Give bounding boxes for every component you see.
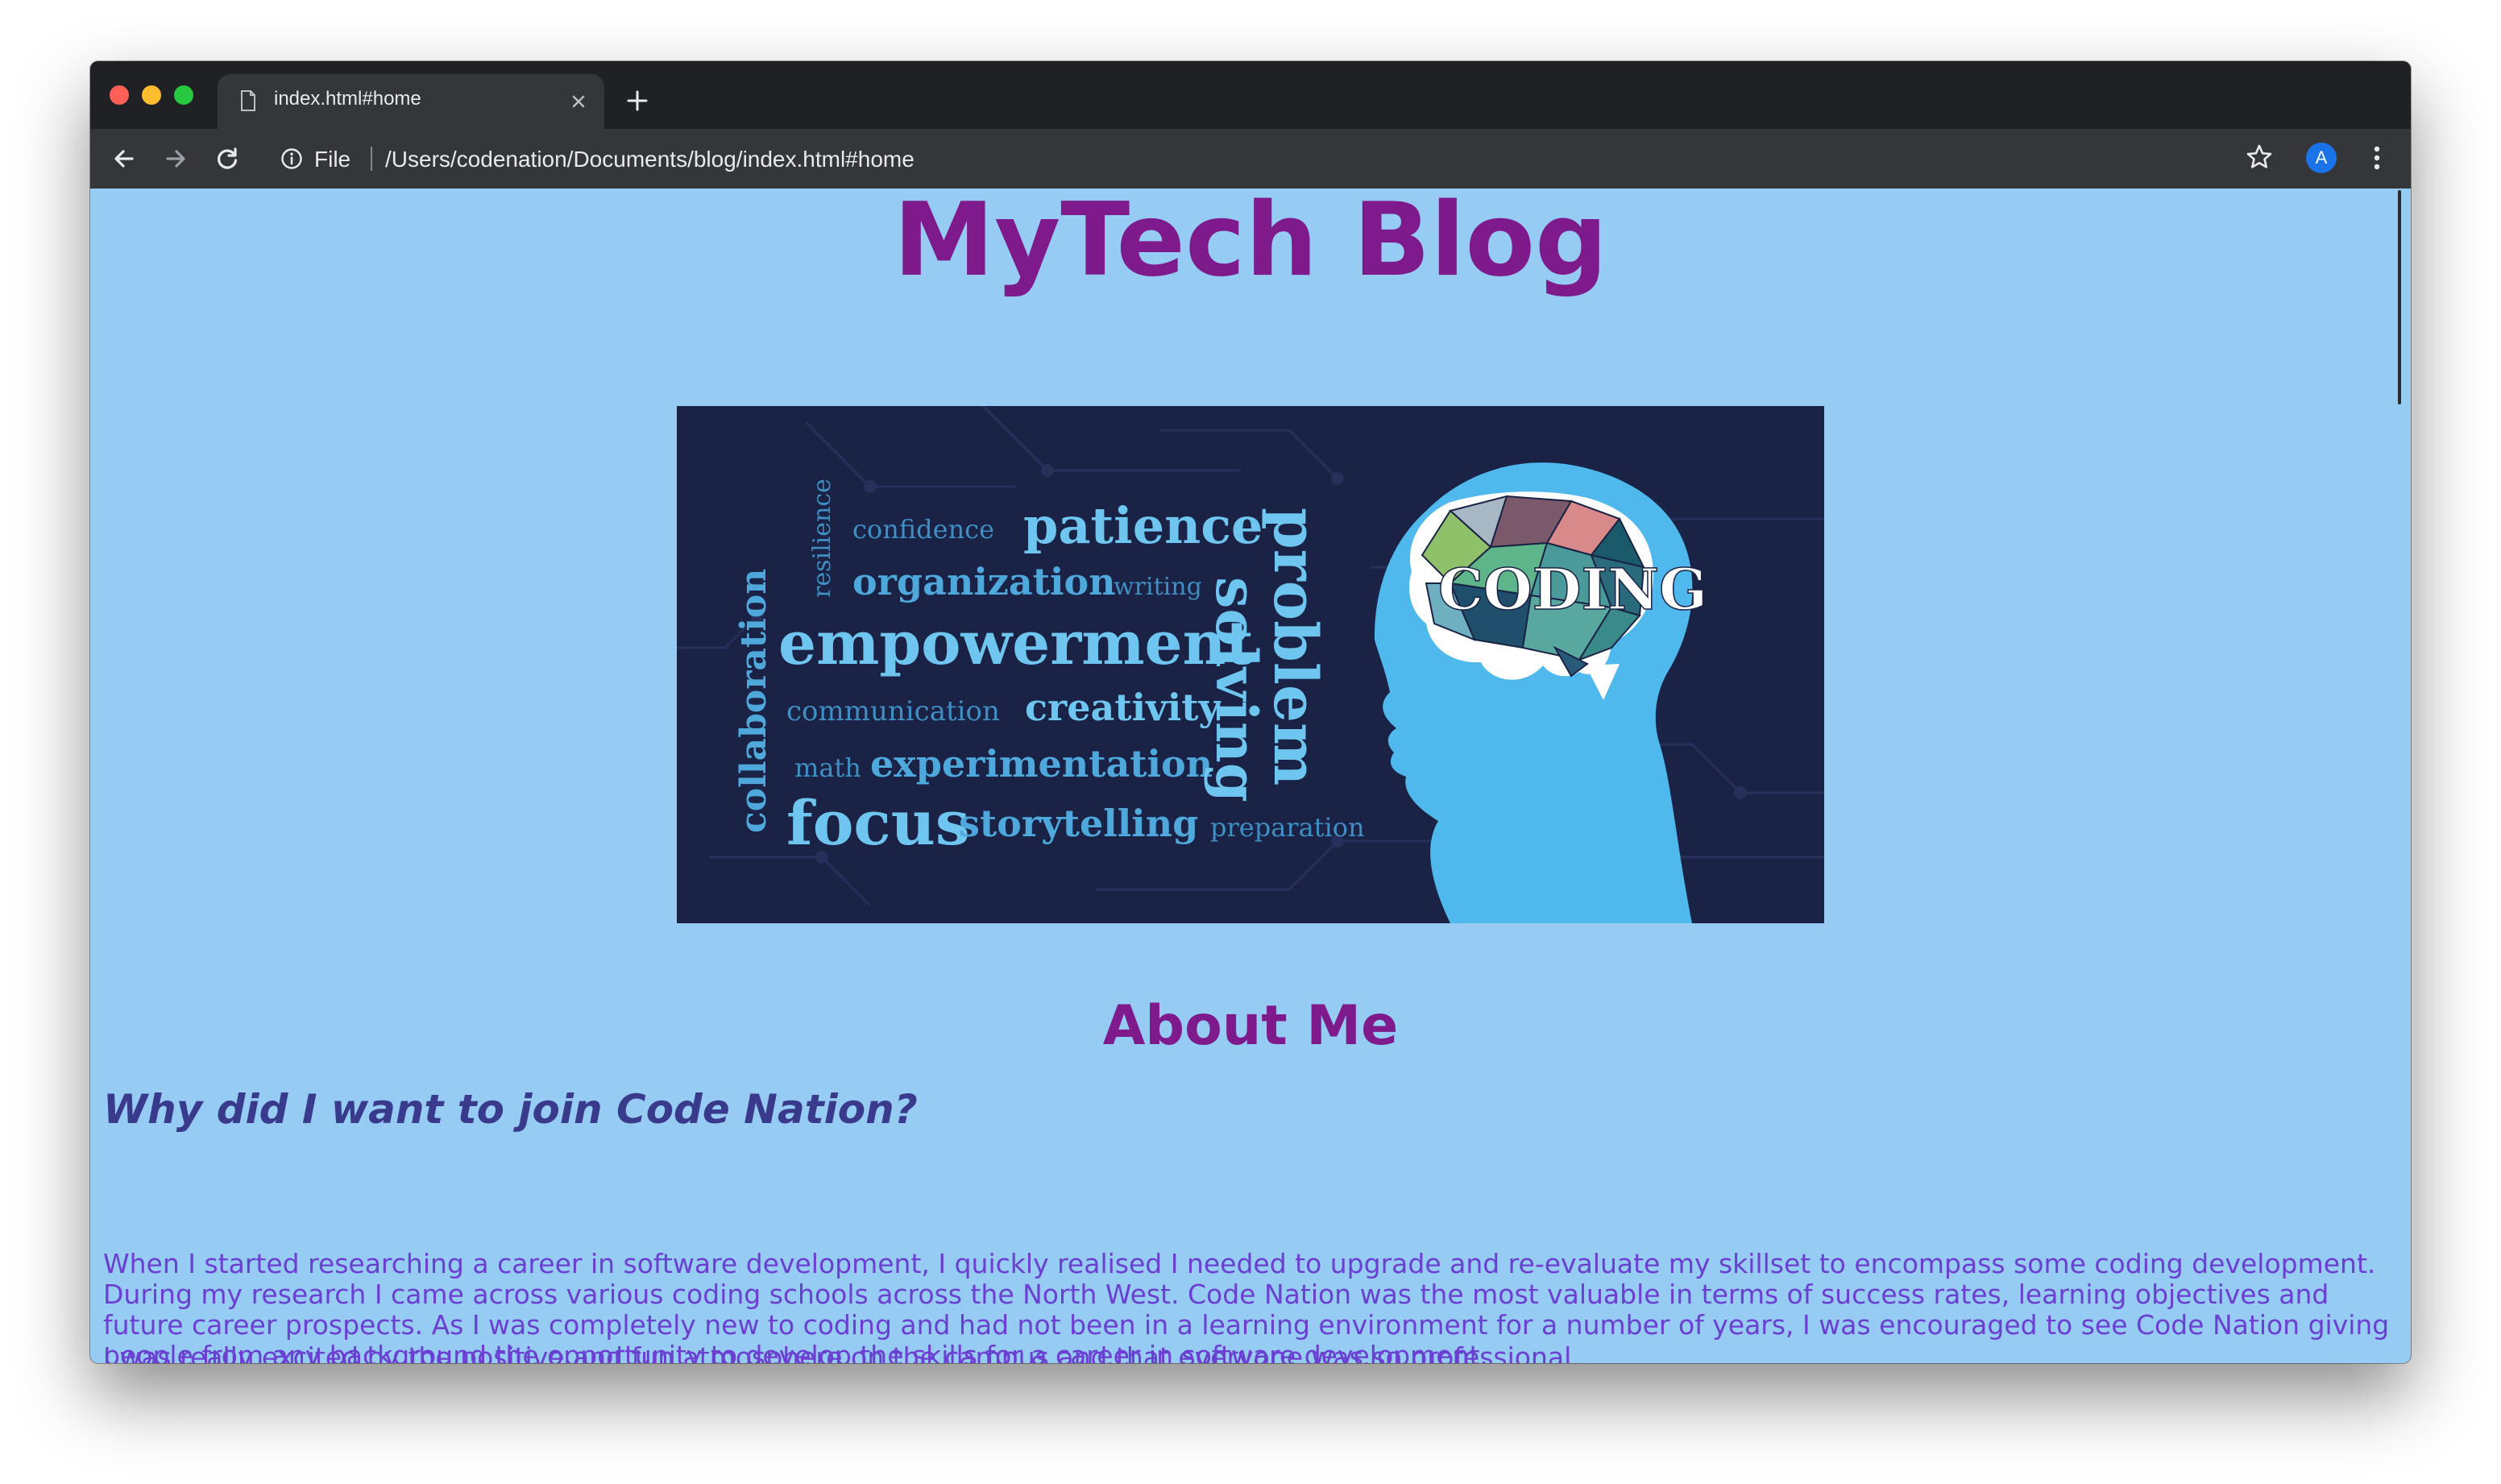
url-text[interactable]: /Users/codenation/Documents/blog/index.h…: [385, 147, 915, 172]
word-focus: focus: [786, 787, 970, 859]
minimize-window-button[interactable]: [142, 85, 161, 105]
second-paragraph: I was really excited by the positive and…: [103, 1341, 1580, 1364]
site-title: MyTech Blog: [893, 189, 1608, 299]
omnibox-divider: [371, 147, 372, 171]
word-communication: communication: [786, 695, 1000, 727]
word-collaboration: collaboration: [733, 569, 774, 833]
forward-arrow-icon[interactable]: [161, 144, 190, 173]
reload-icon[interactable]: [213, 144, 242, 173]
tab-title: index.html#home: [274, 88, 421, 110]
word-patience: patience: [1023, 496, 1263, 555]
word-preparation: preparation: [1210, 812, 1365, 843]
maximize-window-button[interactable]: [174, 85, 193, 105]
page-info-label: File: [314, 147, 351, 172]
tab-strip: index.html#home: [90, 61, 2411, 129]
page-viewport[interactable]: MyTech Blog CODING resilience confidence…: [90, 189, 2411, 1363]
word-empowerment: empowerment: [778, 609, 1254, 678]
why-heading: Why did I want to join Code Nation?: [103, 1086, 918, 1133]
browser-tab-active[interactable]: index.html#home: [218, 74, 604, 129]
info-icon[interactable]: [280, 147, 303, 170]
word-resilience: resilience: [808, 479, 836, 598]
document-icon: [241, 90, 255, 111]
word-problem: problem: [1260, 508, 1329, 786]
word-storytelling: storytelling: [959, 802, 1198, 845]
hero-image: CODING resilience confidence patience or…: [677, 406, 1824, 923]
word-confidence: confidence: [852, 514, 994, 545]
word-experimentation: experimentation: [870, 742, 1213, 786]
close-window-button[interactable]: [110, 85, 129, 105]
close-icon[interactable]: [569, 92, 588, 111]
word-math: math: [794, 752, 861, 783]
word-writing: writing: [1114, 573, 1202, 601]
address-bar[interactable]: File /Users/codenation/Documents/blog/in…: [269, 137, 2356, 180]
browser-window: index.html#home File /Users/codenation/D…: [90, 61, 2411, 1363]
browser-toolbar: File /Users/codenation/Documents/blog/in…: [90, 129, 2411, 189]
avatar[interactable]: A: [2306, 143, 2337, 173]
word-cloud: resilience confidence patience organizat…: [733, 479, 1365, 859]
word-creativity: creativity: [1025, 686, 1221, 729]
word-organization: organization: [852, 560, 1116, 603]
about-heading: About Me: [1102, 994, 1399, 1058]
plus-icon[interactable]: [625, 89, 649, 113]
brain-label: CODING: [1438, 556, 1707, 623]
star-icon[interactable]: [2245, 143, 2274, 172]
word-solving: solving: [1203, 577, 1270, 802]
kebab-menu-icon[interactable]: [2369, 143, 2385, 173]
back-arrow-icon[interactable]: [110, 144, 139, 173]
